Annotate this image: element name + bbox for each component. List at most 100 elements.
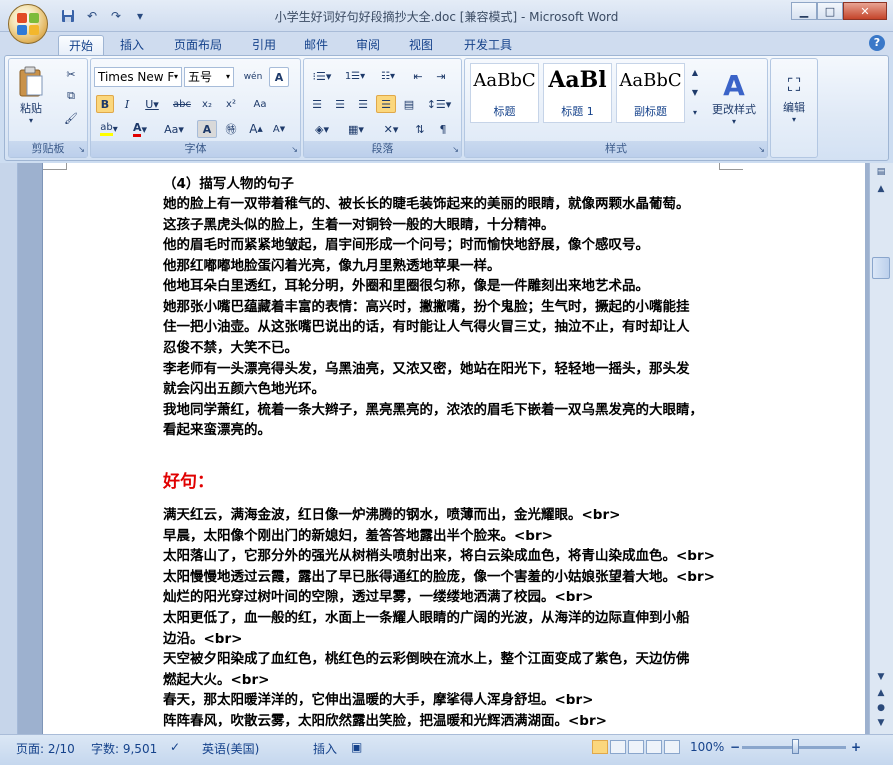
scroll-down-icon[interactable]: ▼ <box>872 669 890 685</box>
tab-insert[interactable]: 插入 <box>112 35 152 56</box>
insert-mode[interactable]: 插入 <box>313 740 337 757</box>
zoom-slider-thumb[interactable] <box>792 739 799 754</box>
tab-developer[interactable]: 开发工具 <box>456 35 520 56</box>
clipboard-group: 粘贴 ▾ ✂ ⧉ 🖌 剪贴板 ↘ <box>8 58 88 158</box>
change-styles-button[interactable]: A 更改样式 ▾ <box>706 63 762 133</box>
document-page[interactable]: （4）描写人物的句子 她的脸上有一双带着稚气的、被长长的睫毛装饰起来的美丽的眼睛… <box>42 163 865 734</box>
line-spacing-icon[interactable]: ↕☰▾ <box>424 95 454 113</box>
zoom-out-icon[interactable]: − <box>730 740 740 754</box>
font-name-dropdown[interactable]: Times New F ▾ <box>94 67 182 87</box>
change-case-icon[interactable]: Aa▾ <box>159 120 189 138</box>
previous-page-icon[interactable]: ▲ <box>872 685 890 701</box>
close-button[interactable]: ✕ <box>843 2 887 20</box>
browse-object-icon[interactable]: ● <box>872 700 890 716</box>
justify-icon[interactable]: ☰ <box>376 95 396 113</box>
help-icon[interactable]: ? <box>869 35 885 51</box>
format-painter-icon[interactable]: 🖌 <box>61 109 81 127</box>
styles-scroll-up-icon[interactable]: ▲ <box>688 63 702 81</box>
clipboard-group-label: 剪贴板 <box>9 141 87 157</box>
borders-icon[interactable]: ▦▾ <box>341 120 371 138</box>
paragraph-launcher-icon[interactable]: ↘ <box>452 145 459 154</box>
cut-icon[interactable]: ✂ <box>61 65 81 83</box>
chinese-layout-icon[interactable]: ✕▾ <box>376 120 406 138</box>
styles-launcher-icon[interactable]: ↘ <box>758 145 765 154</box>
word-count[interactable]: 字数: 9,501 <box>91 740 157 757</box>
increase-indent-icon[interactable]: ⇥ <box>431 67 451 85</box>
copy-icon[interactable]: ⧉ <box>61 87 81 105</box>
scroll-thumb[interactable] <box>872 257 890 279</box>
clipboard-launcher-icon[interactable]: ↘ <box>78 145 85 154</box>
underline-icon[interactable]: U▾ <box>140 95 164 113</box>
shading-icon[interactable]: ◈▾ <box>307 120 337 138</box>
vertical-scrollbar[interactable]: ▤ ▲ ▼ ▲ ● ▼ <box>869 163 893 734</box>
tab-view[interactable]: 视图 <box>401 35 441 56</box>
superscript-icon[interactable]: x² <box>221 95 241 113</box>
tab-page-layout[interactable]: 页面布局 <box>166 35 230 56</box>
binoculars-icon: ⛶ <box>787 74 801 96</box>
print-layout-view-icon[interactable] <box>592 740 608 754</box>
subscript-icon[interactable]: x₂ <box>197 95 217 113</box>
style-title-card[interactable]: AaBbC 标题 <box>470 63 539 123</box>
document-line: 阵阵春风，吹散云雾，太阳欣然露出笑脸，把温暖和光辉洒满湖面。<br> <box>163 713 607 729</box>
sort-icon[interactable]: ⇅ <box>410 120 430 138</box>
tab-review[interactable]: 审阅 <box>348 35 388 56</box>
minimize-button[interactable]: ▁ <box>791 2 817 20</box>
ribbon-tabs: 开始 插入 页面布局 引用 邮件 审阅 视图 开发工具 ? <box>0 32 893 56</box>
style-subtitle-card[interactable]: AaBbC 副标题 <box>616 63 685 123</box>
page-indicator[interactable]: 页面: 2/10 <box>16 740 75 757</box>
bullets-icon[interactable]: ⁝☰▾ <box>307 67 337 85</box>
document-line: 天空被夕阳染成了血红色，桃红色的云彩倒映在流水上，整个江面变成了紫色，天边仿佛 <box>163 651 690 667</box>
document-line: 太阳落山了，它那分外的强光从树梢头喷射出来，将白云染成血色，将青山染成血色。<b… <box>163 548 715 564</box>
office-logo-icon <box>17 13 39 35</box>
align-right-icon[interactable]: ☰ <box>353 95 373 113</box>
maximize-button[interactable]: □ <box>817 2 843 20</box>
show-marks-icon[interactable]: ¶ <box>433 120 453 138</box>
styles-more-icon[interactable]: ▾ <box>688 103 702 121</box>
style-name: 标题 1 <box>561 105 594 118</box>
char-border-icon[interactable]: A <box>269 67 289 87</box>
tab-home[interactable]: 开始 <box>58 35 104 56</box>
clear-format-icon[interactable]: Aa <box>249 95 271 113</box>
language-indicator[interactable]: 英语(美国) <box>202 740 259 757</box>
office-button[interactable] <box>8 4 48 44</box>
web-layout-icon[interactable] <box>628 740 644 754</box>
enclose-char-icon[interactable]: ㊕ <box>221 120 241 138</box>
next-page-icon[interactable]: ▼ <box>872 715 890 731</box>
ruler-toggle-icon[interactable]: ▤ <box>872 164 890 180</box>
macro-record-icon[interactable]: ▣ <box>351 740 362 754</box>
multilevel-list-icon[interactable]: ☷▾ <box>373 67 403 85</box>
grow-font-icon[interactable]: A ▲ <box>246 120 266 138</box>
wen-phonetic-icon[interactable]: wén <box>242 67 264 87</box>
document-line: 住一把小油壶。从这张嘴巴说出的话，有时能让人气得火冒三丈，抽泣不止，有时却让人 <box>163 319 690 335</box>
align-left-icon[interactable]: ☰ <box>307 95 327 113</box>
distribute-icon[interactable]: ▤ <box>399 95 419 113</box>
tab-mailings[interactable]: 邮件 <box>296 35 336 56</box>
shrink-font-icon[interactable]: A ▼ <box>269 120 289 138</box>
bold-icon[interactable]: B <box>96 95 114 113</box>
char-shading-icon[interactable]: A <box>197 120 217 138</box>
tab-references[interactable]: 引用 <box>244 35 284 56</box>
style-heading1-card[interactable]: AaBl 标题 1 <box>543 63 612 123</box>
zoom-in-icon[interactable]: + <box>851 740 861 754</box>
document-line: 他的眉毛时而紧紧地皱起，眉宇间形成一个问号；时而愉快地舒展，像个感叹号。 <box>163 237 649 253</box>
proofing-icon[interactable]: ✓ <box>170 740 180 754</box>
outline-view-icon[interactable] <box>646 740 662 754</box>
full-screen-reading-icon[interactable] <box>610 740 626 754</box>
align-center-icon[interactable]: ☰ <box>330 95 350 113</box>
paste-button[interactable]: 粘贴 ▾ <box>13 63 49 127</box>
document-line: 她那张小嘴巴蕴藏着丰富的表情：高兴时，撇撇嘴，扮个鬼脸；生气时，撅起的小嘴能挂 <box>163 299 690 315</box>
font-size-dropdown[interactable]: 五号 ▾ <box>184 67 234 87</box>
strikethrough-icon[interactable]: abc <box>171 95 193 113</box>
styles-group-label: 样式 <box>465 141 767 157</box>
zoom-level[interactable]: 100% <box>690 740 724 754</box>
highlight-icon[interactable]: ab ▾ <box>95 120 123 138</box>
numbering-icon[interactable]: 1☰▾ <box>340 67 370 85</box>
font-launcher-icon[interactable]: ↘ <box>291 145 298 154</box>
decrease-indent-icon[interactable]: ⇤ <box>408 67 428 85</box>
editing-button[interactable]: ⛶ 编辑 ▾ <box>773 63 815 133</box>
draft-view-icon[interactable] <box>664 740 680 754</box>
font-color-icon[interactable]: A ▾ <box>127 120 153 138</box>
scroll-up-icon[interactable]: ▲ <box>872 181 890 197</box>
styles-scroll-down-icon[interactable]: ▼ <box>688 83 702 101</box>
italic-icon[interactable]: I <box>118 95 136 113</box>
